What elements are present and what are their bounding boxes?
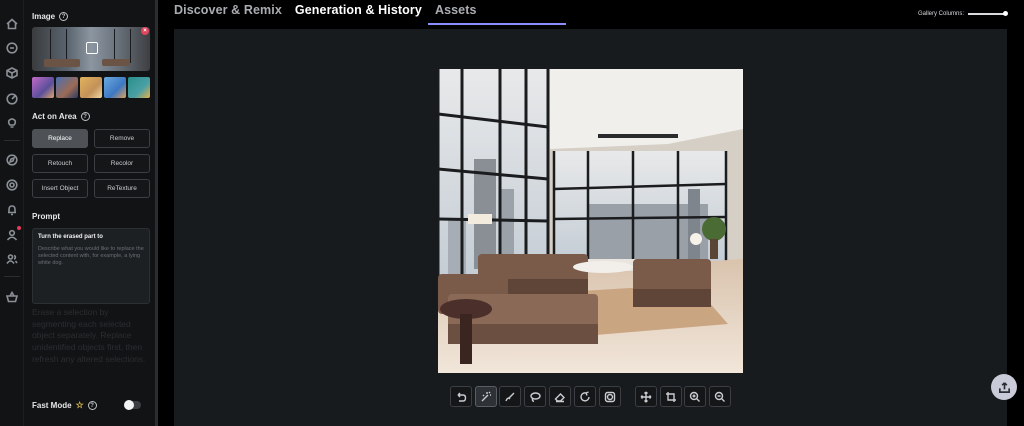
move-icon <box>640 391 652 402</box>
tab-generation-history[interactable]: Generation & History <box>295 3 422 17</box>
panel-scrollbar[interactable] <box>155 0 158 426</box>
user-icon[interactable] <box>5 228 19 242</box>
prompt-placeholder: Describe what you would like to replace … <box>38 246 144 267</box>
gallery-columns-label: Gallery Columns: <box>917 11 964 17</box>
redo-icon <box>580 390 590 402</box>
share-icon <box>998 381 1010 393</box>
eraser-button[interactable] <box>549 386 571 407</box>
home-icon[interactable] <box>5 17 19 31</box>
edited-image[interactable] <box>438 69 743 373</box>
remove-button[interactable]: Remove <box>94 129 150 148</box>
help-icon[interactable]: ? <box>80 112 90 121</box>
fast-mode-row: Fast Mode ☆ ? <box>32 400 97 411</box>
replace-button[interactable]: Replace <box>32 129 88 148</box>
gallery-columns-control: Gallery Columns: <box>917 11 1008 17</box>
star-icon: ☆ <box>75 400 84 410</box>
image-preview[interactable]: × <box>32 27 150 71</box>
thumbnail-strip <box>32 77 150 98</box>
help-icon[interactable]: ? <box>87 401 97 410</box>
palette-icon[interactable] <box>5 92 19 106</box>
app-root: Image ? × Act on Area ? Replace Remove R… <box>0 0 1024 426</box>
mask-icon <box>604 391 616 402</box>
act-on-area-label: Act on Area <box>32 112 77 121</box>
mask-button[interactable] <box>599 386 621 407</box>
gallery-columns-slider[interactable] <box>968 11 1008 16</box>
thumbnail[interactable] <box>128 77 150 98</box>
prompt-title: Turn the erased part to <box>38 234 103 240</box>
explore-icon[interactable] <box>5 41 19 55</box>
active-tab-indicator <box>428 23 566 25</box>
lightbulb-icon[interactable] <box>5 116 19 130</box>
notification-dot <box>17 226 21 230</box>
help-icon[interactable]: ? <box>59 12 69 21</box>
retouch-button[interactable]: Retouch <box>32 154 88 173</box>
eraser-icon <box>554 392 565 402</box>
undo-button[interactable] <box>450 386 472 407</box>
magic-select-icon <box>481 391 491 401</box>
fast-mode-label: Fast Mode <box>32 401 72 410</box>
image-section-header: Image ? <box>32 12 69 21</box>
tab-assets[interactable]: Assets <box>435 3 477 17</box>
prompt-input[interactable]: Turn the erased part to Describe what yo… <box>32 228 150 304</box>
lasso-button[interactable] <box>524 386 546 407</box>
undo-icon <box>457 392 467 402</box>
zoom-in-icon <box>689 391 700 402</box>
top-tabs: Discover & Remix Generation & History As… <box>174 3 490 17</box>
tab-discover-remix[interactable]: Discover & Remix <box>174 3 282 17</box>
brush-icon <box>505 392 515 401</box>
redo-button[interactable] <box>574 386 596 407</box>
edit-image-icon[interactable] <box>86 42 98 54</box>
zoom-out-button[interactable] <box>709 386 731 407</box>
recolor-button[interactable]: Recolor <box>94 154 150 173</box>
crop-button[interactable] <box>660 386 682 407</box>
lasso-icon <box>530 391 541 402</box>
basket-icon[interactable] <box>5 290 19 304</box>
edit-panel: Image ? × Act on Area ? Replace Remove R… <box>24 0 156 426</box>
bell-icon[interactable] <box>5 203 19 217</box>
insert-object-button[interactable]: Insert Object <box>32 179 88 198</box>
thumbnail[interactable] <box>80 77 102 98</box>
crop-icon <box>666 391 676 402</box>
thumbnail[interactable] <box>56 77 78 98</box>
zoom-out-icon <box>714 391 725 402</box>
zoom-in-button[interactable] <box>684 386 706 407</box>
thumbnail[interactable] <box>104 77 126 98</box>
share-button[interactable] <box>991 374 1017 400</box>
act-on-area-header: Act on Area ? <box>32 112 90 121</box>
target-icon[interactable] <box>5 178 19 192</box>
icon-rail <box>0 0 24 426</box>
fast-mode-toggle[interactable] <box>124 400 141 410</box>
magic-select-button[interactable] <box>475 386 497 407</box>
users-icon[interactable] <box>5 252 19 266</box>
image-label: Image <box>32 12 56 21</box>
retexture-button[interactable]: ReTexture <box>94 179 150 198</box>
compass-icon[interactable] <box>5 153 19 167</box>
cube-icon[interactable] <box>5 66 19 80</box>
remove-image-icon[interactable]: × <box>141 27 149 35</box>
prompt-label: Prompt <box>32 212 60 221</box>
help-text: Erase a selection by segmenting each sel… <box>32 307 146 364</box>
thumbnail[interactable] <box>32 77 54 98</box>
brush-button[interactable] <box>499 386 521 407</box>
move-button[interactable] <box>635 386 657 407</box>
